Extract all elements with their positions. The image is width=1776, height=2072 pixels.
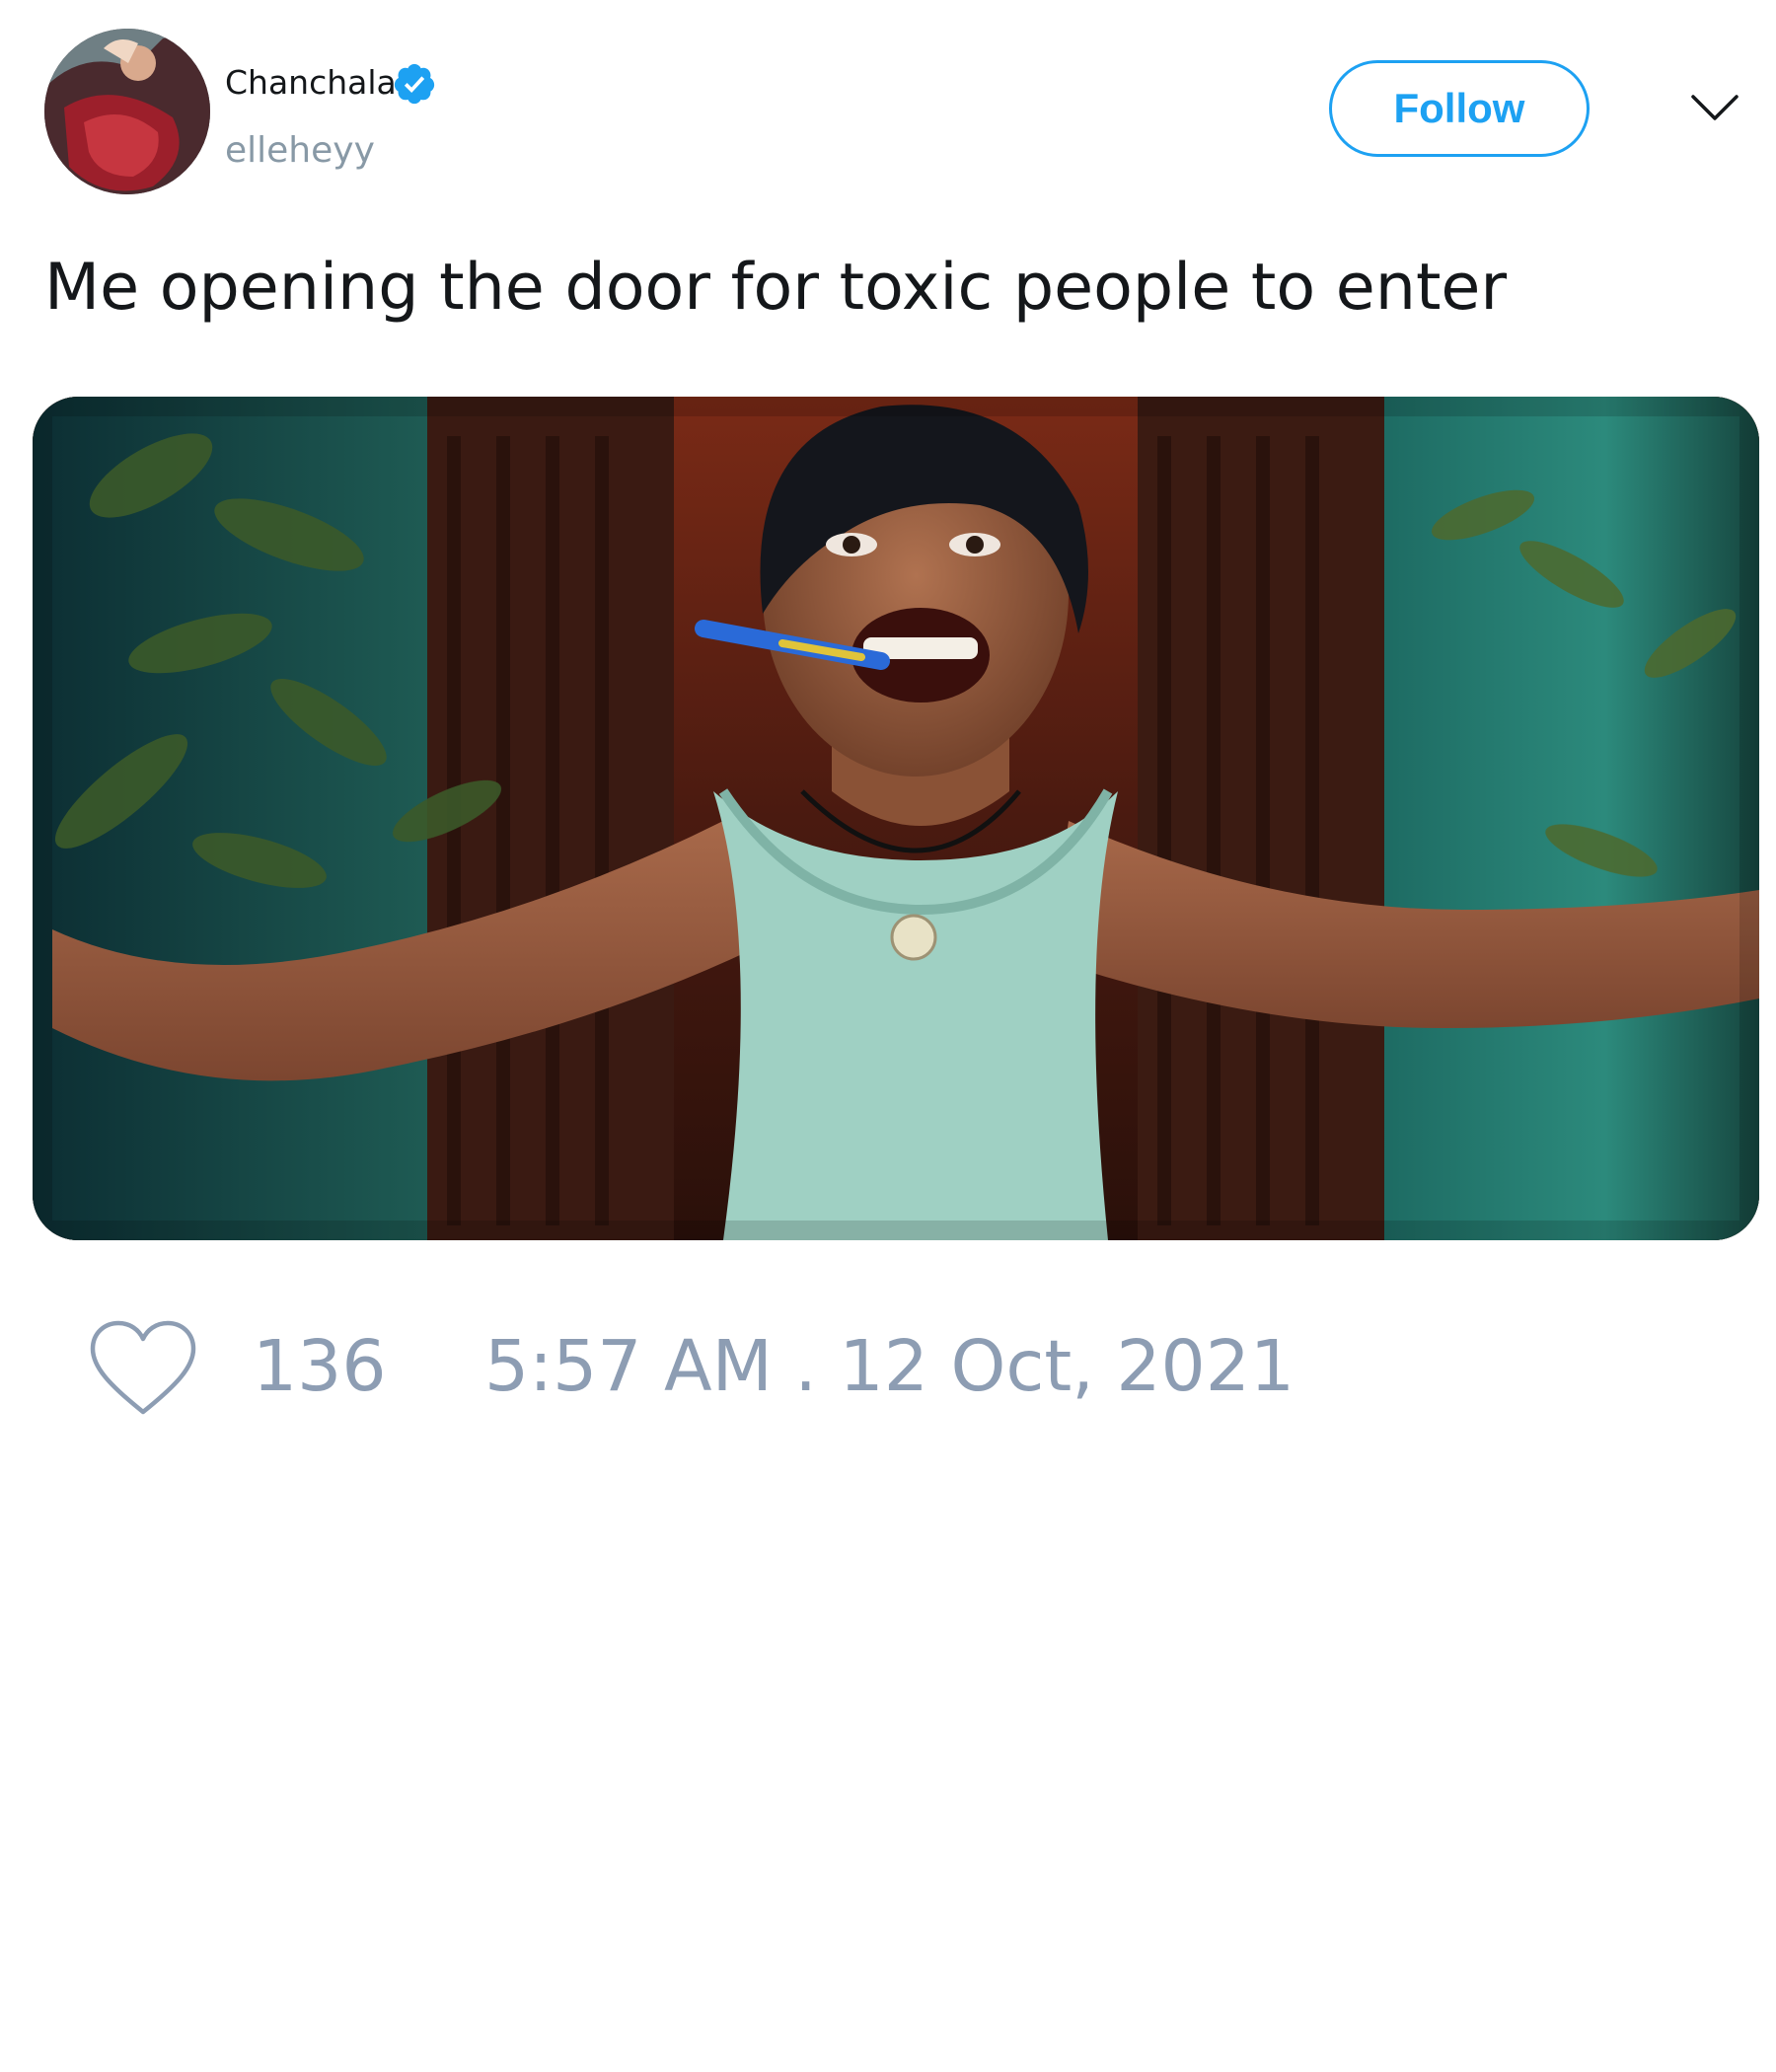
tweet-card: Chanchala elleheyy Follow Me opening the… (0, 0, 1776, 2072)
author-display-name[interactable]: Chanchala (225, 63, 397, 103)
avatar[interactable] (44, 29, 210, 194)
heart-icon[interactable] (89, 1319, 197, 1418)
follow-button[interactable]: Follow (1329, 60, 1590, 157)
tweet-media-photo[interactable] (33, 397, 1759, 1240)
verified-badge-icon (394, 63, 435, 105)
chevron-down-icon[interactable] (1690, 91, 1739, 126)
media-image (33, 397, 1759, 1240)
tweet-timestamp[interactable]: 5:57 AM . 12 Oct, 2021 (484, 1325, 1295, 1408)
author-handle[interactable]: elleheyy (225, 129, 375, 173)
tweet-text: Me opening the door for toxic people to … (44, 251, 1508, 325)
avatar-image (44, 29, 210, 194)
like-count: 136 (253, 1325, 387, 1407)
